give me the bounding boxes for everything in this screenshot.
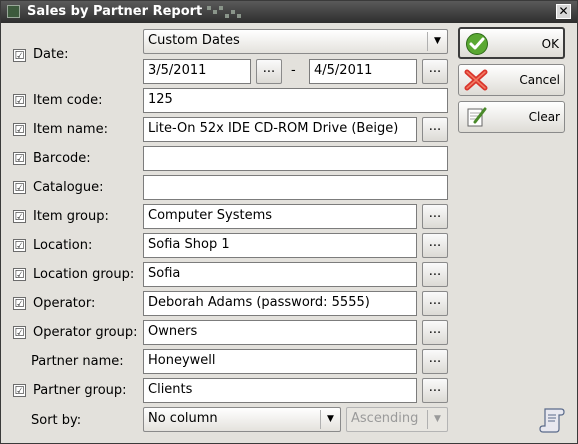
partner-name-field[interactable]: Honeywell	[143, 349, 417, 374]
item-group-browse-button[interactable]: ...	[422, 204, 448, 229]
partner-group-field[interactable]: Clients	[143, 378, 417, 403]
date-label: Date:	[33, 47, 69, 62]
item-name-label: Item name:	[33, 122, 108, 137]
partner-name-browse-button[interactable]: ...	[422, 349, 448, 374]
location-group-browse-button[interactable]: ...	[422, 262, 448, 287]
chevron-down-icon: ▼	[320, 410, 340, 429]
sort-column-select[interactable]: No column ▼	[143, 407, 341, 432]
location-browse-button[interactable]: ...	[422, 233, 448, 258]
item-name-checkbox[interactable]: ☑	[13, 123, 26, 136]
chevron-down-icon: ▼	[427, 410, 447, 429]
partner-group-browse-button[interactable]: ...	[422, 378, 448, 403]
date-to-picker-button[interactable]: ...	[422, 59, 448, 84]
item-code-label: Item code:	[33, 93, 103, 108]
item-code-field[interactable]: 125	[143, 88, 448, 113]
operator-browse-button[interactable]: ...	[422, 291, 448, 316]
operator-group-browse-button[interactable]: ...	[422, 320, 448, 345]
title-bar[interactable]: Sales by Partner Report ✕	[1, 1, 577, 23]
operator-group-label: Operator group:	[33, 325, 138, 340]
sort-direction-value: Ascending	[351, 411, 419, 426]
catalogue-field[interactable]	[143, 175, 448, 200]
barcode-label: Barcode:	[33, 151, 91, 166]
title-grip-decoration	[207, 4, 247, 20]
operator-group-checkbox[interactable]: ☑	[13, 326, 26, 339]
check-circle-icon	[466, 33, 488, 55]
report-dialog: Sales by Partner Report ✕ ☑ Date: Custom…	[0, 0, 578, 444]
ok-label: OK	[541, 37, 559, 51]
location-group-field[interactable]: Sofia	[143, 262, 417, 287]
date-separator: -	[291, 63, 296, 78]
catalogue-checkbox[interactable]: ☑	[13, 181, 26, 194]
item-code-checkbox[interactable]: ☑	[13, 94, 26, 107]
date-to-field[interactable]: 4/5/2011	[309, 59, 417, 84]
item-name-browse-button[interactable]: ...	[422, 117, 448, 142]
item-name-field[interactable]: Lite-On 52x IDE CD-ROM Drive (Beige)	[143, 117, 417, 142]
sort-column-value: No column	[148, 411, 218, 426]
cancel-button[interactable]: Cancel	[458, 64, 565, 96]
operator-group-field[interactable]: Owners	[143, 320, 417, 345]
operator-field[interactable]: Deborah Adams (password: 5555)	[143, 291, 417, 316]
date-range-value: Custom Dates	[148, 33, 240, 48]
location-label: Location:	[33, 238, 93, 253]
location-field[interactable]: Sofia Shop 1	[143, 233, 417, 258]
sort-direction-select: Ascending ▼	[346, 407, 448, 432]
chevron-down-icon: ▼	[427, 32, 447, 51]
clear-button[interactable]: Clear	[458, 101, 565, 133]
operator-checkbox[interactable]: ☑	[13, 297, 26, 310]
cancel-label: Cancel	[519, 73, 560, 87]
scroll-icon[interactable]	[537, 405, 567, 435]
date-from-picker-button[interactable]: ...	[256, 59, 282, 84]
partner-group-checkbox[interactable]: ☑	[13, 384, 26, 397]
catalogue-label: Catalogue:	[33, 180, 104, 195]
operator-label: Operator:	[33, 296, 96, 311]
location-group-checkbox[interactable]: ☑	[13, 268, 26, 281]
item-group-checkbox[interactable]: ☑	[13, 210, 26, 223]
window-title: Sales by Partner Report	[27, 4, 203, 19]
date-checkbox[interactable]: ☑	[13, 49, 26, 62]
close-button[interactable]: ✕	[556, 4, 571, 19]
red-x-icon	[464, 69, 488, 91]
partner-name-label: Partner name:	[31, 354, 124, 369]
barcode-checkbox[interactable]: ☑	[13, 152, 26, 165]
date-range-select[interactable]: Custom Dates ▼	[143, 29, 448, 54]
item-group-field[interactable]: Computer Systems	[143, 204, 417, 229]
location-group-label: Location group:	[33, 267, 135, 282]
item-group-label: Item group:	[33, 209, 109, 224]
barcode-field[interactable]	[143, 146, 448, 171]
clear-label: Clear	[528, 110, 560, 124]
window-icon	[7, 5, 20, 18]
ok-button[interactable]: OK	[458, 27, 565, 59]
date-from-field[interactable]: 3/5/2011	[143, 59, 251, 84]
sort-by-label: Sort by:	[31, 413, 82, 428]
location-checkbox[interactable]: ☑	[13, 239, 26, 252]
partner-group-label: Partner group:	[33, 383, 127, 398]
eraser-icon	[467, 107, 487, 127]
